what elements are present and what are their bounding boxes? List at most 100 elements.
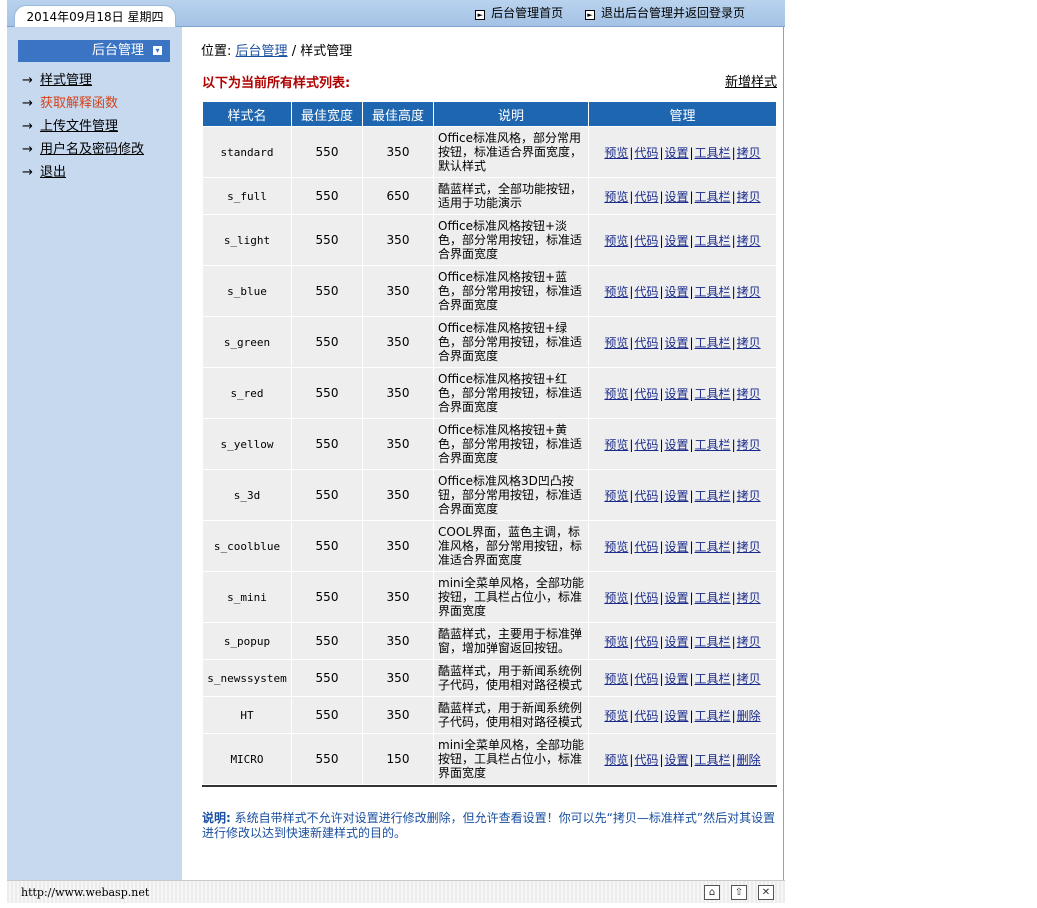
manage-cell: 预览|代码|设置|工具栏|拷贝 xyxy=(589,368,776,418)
height-cell: 350 xyxy=(363,317,433,367)
copy-link[interactable]: 拷贝 xyxy=(737,146,761,160)
toolbar-link[interactable]: 工具栏 xyxy=(695,489,731,503)
toolbar-link[interactable]: 工具栏 xyxy=(695,146,731,160)
settings-link[interactable]: 设置 xyxy=(664,489,688,503)
preview-link[interactable]: 预览 xyxy=(604,387,628,401)
toolbar-link[interactable]: 工具栏 xyxy=(695,709,731,723)
toolbar-link[interactable]: 工具栏 xyxy=(695,387,731,401)
logout-link[interactable]: ► 退出后台管理并返回登录页 xyxy=(584,4,745,21)
manage-cell: 预览|代码|设置|工具栏|拷贝 xyxy=(589,215,776,265)
delete-link[interactable]: 删除 xyxy=(737,753,761,767)
style-name-cell: HT xyxy=(203,697,291,733)
settings-link[interactable]: 设置 xyxy=(664,635,688,649)
preview-link[interactable]: 预览 xyxy=(604,591,628,605)
toolbar-link[interactable]: 工具栏 xyxy=(695,190,731,204)
settings-link[interactable]: 设置 xyxy=(664,672,688,686)
sidebar-link[interactable]: 上传文件管理 xyxy=(40,119,118,134)
breadcrumb-prefix: 位置: xyxy=(201,44,232,59)
copy-link[interactable]: 拷贝 xyxy=(737,387,761,401)
copy-link[interactable]: 拷贝 xyxy=(737,190,761,204)
height-cell: 350 xyxy=(363,623,433,659)
description-cell: Office标准风格，部分常用按钮，标准适合界面宽度，默认样式 xyxy=(434,127,588,177)
arrow-right-icon: → xyxy=(22,119,33,134)
code-link[interactable]: 代码 xyxy=(634,234,658,248)
settings-link[interactable]: 设置 xyxy=(664,336,688,350)
settings-link[interactable]: 设置 xyxy=(664,190,688,204)
preview-link[interactable]: 预览 xyxy=(604,336,628,350)
toolbar-link[interactable]: 工具栏 xyxy=(695,672,731,686)
up-icon[interactable]: ⇧ xyxy=(731,885,747,900)
manage-cell: 预览|代码|设置|工具栏|拷贝 xyxy=(589,623,776,659)
settings-link[interactable]: 设置 xyxy=(664,146,688,160)
copy-link[interactable]: 拷贝 xyxy=(737,489,761,503)
code-link[interactable]: 代码 xyxy=(634,190,658,204)
toolbar-link[interactable]: 工具栏 xyxy=(695,635,731,649)
preview-link[interactable]: 预览 xyxy=(604,438,628,452)
copy-link[interactable]: 拷贝 xyxy=(737,672,761,686)
code-link[interactable]: 代码 xyxy=(634,672,658,686)
copy-link[interactable]: 拷贝 xyxy=(737,438,761,452)
separator: | xyxy=(689,708,694,723)
preview-link[interactable]: 预览 xyxy=(604,709,628,723)
copy-link[interactable]: 拷贝 xyxy=(737,336,761,350)
toolbar-link[interactable]: 工具栏 xyxy=(695,285,731,299)
settings-link[interactable]: 设置 xyxy=(664,540,688,554)
toolbar-link[interactable]: 工具栏 xyxy=(695,591,731,605)
settings-link[interactable]: 设置 xyxy=(664,285,688,299)
code-link[interactable]: 代码 xyxy=(634,285,658,299)
settings-link[interactable]: 设置 xyxy=(664,709,688,723)
delete-link[interactable]: 删除 xyxy=(737,709,761,723)
sidebar-link[interactable]: 退出 xyxy=(40,165,66,180)
code-link[interactable]: 代码 xyxy=(634,438,658,452)
toolbar-link[interactable]: 工具栏 xyxy=(695,234,731,248)
code-link[interactable]: 代码 xyxy=(634,635,658,649)
breadcrumb-sep: / xyxy=(291,44,297,59)
preview-link[interactable]: 预览 xyxy=(604,753,628,767)
settings-link[interactable]: 设置 xyxy=(664,591,688,605)
preview-link[interactable]: 预览 xyxy=(604,540,628,554)
style-name-cell: s_blue xyxy=(203,266,291,316)
manage-cell: 预览|代码|设置|工具栏|拷贝 xyxy=(589,266,776,316)
preview-link[interactable]: 预览 xyxy=(604,234,628,248)
preview-link[interactable]: 预览 xyxy=(604,190,628,204)
sidebar-link[interactable]: 样式管理 xyxy=(40,73,92,88)
code-link[interactable]: 代码 xyxy=(634,146,658,160)
code-link[interactable]: 代码 xyxy=(634,753,658,767)
copy-link[interactable]: 拷贝 xyxy=(737,234,761,248)
code-link[interactable]: 代码 xyxy=(634,387,658,401)
sidebar-link[interactable]: 获取解释函数 xyxy=(40,96,118,111)
separator: | xyxy=(659,708,664,723)
copy-link[interactable]: 拷贝 xyxy=(737,635,761,649)
copy-link[interactable]: 拷贝 xyxy=(737,285,761,299)
sidebar-link[interactable]: 用户名及密码修改 xyxy=(40,142,144,157)
code-link[interactable]: 代码 xyxy=(634,489,658,503)
new-style-link[interactable]: 新增样式 xyxy=(725,71,777,90)
home-icon[interactable]: ⌂ xyxy=(704,885,720,900)
separator: | xyxy=(629,708,634,723)
toolbar-link[interactable]: 工具栏 xyxy=(695,753,731,767)
preview-link[interactable]: 预览 xyxy=(604,489,628,503)
settings-link[interactable]: 设置 xyxy=(664,438,688,452)
toolbar-link[interactable]: 工具栏 xyxy=(695,438,731,452)
close-icon[interactable]: ✕ xyxy=(758,885,774,900)
collapse-icon[interactable]: ▾ xyxy=(153,46,162,55)
settings-link[interactable]: 设置 xyxy=(664,387,688,401)
copy-link[interactable]: 拷贝 xyxy=(737,591,761,605)
copy-link[interactable]: 拷贝 xyxy=(737,540,761,554)
preview-link[interactable]: 预览 xyxy=(604,285,628,299)
breadcrumb-link[interactable]: 后台管理 xyxy=(236,44,288,59)
code-link[interactable]: 代码 xyxy=(634,336,658,350)
toolbar-link[interactable]: 工具栏 xyxy=(695,540,731,554)
admin-home-link[interactable]: ► 后台管理首页 xyxy=(475,4,563,21)
preview-link[interactable]: 预览 xyxy=(604,635,628,649)
code-link[interactable]: 代码 xyxy=(634,540,658,554)
code-link[interactable]: 代码 xyxy=(634,709,658,723)
code-link[interactable]: 代码 xyxy=(634,591,658,605)
settings-link[interactable]: 设置 xyxy=(664,753,688,767)
settings-link[interactable]: 设置 xyxy=(664,234,688,248)
sidebar-title[interactable]: 后台管理 ▾ xyxy=(18,40,170,62)
preview-link[interactable]: 预览 xyxy=(604,146,628,160)
separator: | xyxy=(731,752,736,767)
preview-link[interactable]: 预览 xyxy=(604,672,628,686)
toolbar-link[interactable]: 工具栏 xyxy=(695,336,731,350)
